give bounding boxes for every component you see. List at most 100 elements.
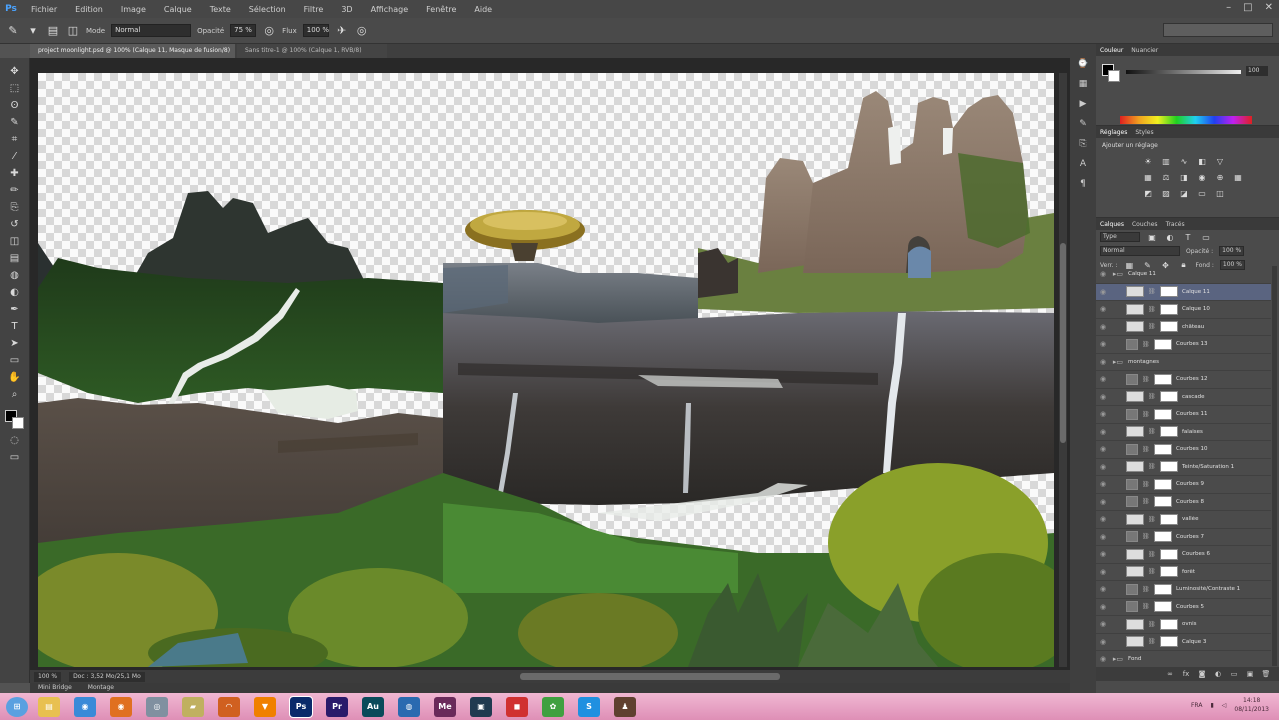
mask-link-icon[interactable]: ⛓ — [1148, 323, 1156, 330]
color-balance-icon[interactable]: ⚖ — [1160, 172, 1172, 182]
mask-link-icon[interactable]: ⛓ — [1148, 428, 1156, 435]
layer-row[interactable]: ◉ ⛓ ovnis — [1096, 616, 1271, 634]
mask-link-icon[interactable]: ⛓ — [1142, 376, 1150, 383]
mask-link-icon[interactable]: ⛓ — [1148, 393, 1156, 400]
visibility-eye-icon[interactable]: ◉ — [1098, 444, 1108, 454]
minimize-button[interactable]: – — [1226, 2, 1231, 13]
brush-tool-icon[interactable]: ✏ — [6, 183, 24, 197]
maximize-button[interactable]: □ — [1243, 2, 1252, 13]
taskbar-folder-icon[interactable]: ▰ — [182, 696, 204, 717]
menu-item-filter[interactable]: Filtre — [295, 5, 333, 14]
mask-link-icon[interactable]: ⛓ — [1148, 621, 1156, 628]
visibility-eye-icon[interactable]: ◉ — [1098, 584, 1108, 594]
clone-source-icon[interactable]: ⎘ — [1076, 138, 1090, 150]
layer-thumbnail[interactable] — [1126, 513, 1144, 525]
taskbar-media-encoder-icon[interactable]: Me — [434, 696, 456, 717]
visibility-eye-icon[interactable]: ◉ — [1098, 549, 1108, 559]
layer-row[interactable]: ◉ ⛓ Calque 10 — [1096, 301, 1271, 319]
tab-timeline[interactable]: Montage — [80, 683, 122, 693]
mask-link-icon[interactable]: ⛓ — [1148, 288, 1156, 295]
black-white-icon[interactable]: ◨ — [1178, 172, 1190, 182]
layer-mask-thumbnail[interactable] — [1160, 513, 1178, 525]
add-mask-icon[interactable]: ◙ — [1197, 669, 1207, 679]
toggle-brush-panel-2-icon[interactable]: ◫ — [66, 24, 80, 38]
tab-styles[interactable]: Styles — [1135, 129, 1153, 136]
lasso-tool-icon[interactable]: ʘ — [6, 98, 24, 112]
mask-link-icon[interactable]: ⛓ — [1142, 341, 1150, 348]
mask-link-icon[interactable]: ⛓ — [1142, 446, 1150, 453]
adjustment-thumbnail[interactable] — [1126, 408, 1138, 420]
eraser-tool-icon[interactable]: ◫ — [6, 234, 24, 248]
layer-mask-thumbnail[interactable] — [1160, 321, 1178, 333]
tab-paths[interactable]: Tracés — [1166, 221, 1185, 228]
visibility-eye-icon[interactable]: ◉ — [1098, 462, 1108, 472]
tab-layers[interactable]: Calques — [1100, 221, 1124, 228]
layer-row[interactable]: ◉ ⛓ Courbes 10 — [1096, 441, 1271, 459]
layer-mask-thumbnail[interactable] — [1154, 338, 1172, 350]
layer-row[interactable]: ◉ ▸▭ Calque 11 — [1096, 266, 1271, 284]
menu-item-edit[interactable]: Edition — [66, 5, 112, 14]
layer-row[interactable]: ◉ ⛓ falaises — [1096, 424, 1271, 441]
workspace-select[interactable] — [1163, 23, 1273, 37]
menu-item-type[interactable]: Texte — [201, 5, 240, 14]
airbrush-icon[interactable]: ✈ — [335, 24, 349, 38]
background-color-swatch[interactable] — [11, 417, 24, 429]
quick-mask-icon[interactable]: ◌ — [6, 433, 24, 447]
layer-mask-thumbnail[interactable] — [1154, 373, 1172, 385]
layer-row[interactable]: ◉ ⛓ Courbes 9 — [1096, 476, 1271, 494]
visibility-eye-icon[interactable]: ◉ — [1098, 322, 1108, 332]
layer-row[interactable]: ◉ ⛓ Luminosité/Contraste 1 — [1096, 581, 1271, 599]
layer-row[interactable]: ◉ ⛓ forêt — [1096, 564, 1271, 581]
vertical-scroll-thumb[interactable] — [1060, 243, 1066, 443]
adjustment-thumbnail[interactable] — [1126, 601, 1138, 613]
properties-panel-icon[interactable]: ▦ — [1076, 78, 1090, 90]
mask-link-icon[interactable]: ⛓ — [1148, 306, 1156, 313]
layer-mask-thumbnail[interactable] — [1160, 461, 1178, 473]
taskbar-skype-icon[interactable]: S — [578, 696, 600, 717]
history-brush-tool-icon[interactable]: ↺ — [6, 217, 24, 231]
mask-link-icon[interactable]: ⛓ — [1142, 533, 1150, 540]
layer-thumbnail[interactable] — [1126, 566, 1144, 578]
gradient-map-icon[interactable]: ▭ — [1196, 188, 1208, 198]
adjustment-thumbnail[interactable] — [1126, 583, 1138, 595]
link-layers-icon[interactable]: ∞ — [1165, 669, 1175, 679]
menu-item-file[interactable]: Fichier — [22, 5, 66, 14]
start-button[interactable]: ⊞ — [6, 696, 28, 717]
visibility-eye-icon[interactable]: ◉ — [1098, 514, 1108, 524]
filter-adjustment-icon[interactable]: ◐ — [1164, 232, 1176, 242]
document-canvas[interactable] — [38, 73, 1054, 667]
layer-row[interactable]: ◉ ⛓ Courbes 12 — [1096, 371, 1271, 389]
new-layer-icon[interactable]: ▣ — [1245, 669, 1255, 679]
folder-icon[interactable]: ▸▭ — [1112, 270, 1124, 279]
eyedropper-tool-icon[interactable]: ⁄ — [6, 149, 24, 163]
layer-mask-thumbnail[interactable] — [1160, 548, 1178, 560]
layer-mask-thumbnail[interactable] — [1154, 443, 1172, 455]
actions-panel-icon[interactable]: ▶ — [1076, 98, 1090, 110]
layer-thumbnail[interactable] — [1126, 618, 1144, 630]
doc-size-info[interactable]: Doc : 3,52 Mo/25,1 Mo — [69, 671, 145, 682]
layer-row[interactable]: ◉ ⛓ Teinte/Saturation 1 — [1096, 459, 1271, 476]
mask-link-icon[interactable]: ⛓ — [1148, 551, 1156, 558]
dodge-tool-icon[interactable]: ◐ — [6, 285, 24, 299]
brightness-contrast-icon[interactable]: ☀ — [1142, 156, 1154, 166]
mask-link-icon[interactable]: ⛓ — [1148, 568, 1156, 575]
folder-icon[interactable]: ▸▭ — [1112, 655, 1124, 664]
layer-row[interactable]: ◉ ⛓ Courbes 8 — [1096, 494, 1271, 511]
visibility-eye-icon[interactable]: ◉ — [1098, 304, 1108, 314]
opacity-field[interactable]: 75 % — [230, 24, 257, 37]
color-value-field[interactable]: 100 — [1246, 66, 1268, 76]
posterize-icon[interactable]: ▨ — [1160, 188, 1172, 198]
mask-link-icon[interactable]: ⛓ — [1142, 411, 1150, 418]
adjustment-thumbnail[interactable] — [1126, 373, 1138, 385]
brush-preset-icon[interactable]: ✎ — [6, 24, 20, 38]
tab-active-document[interactable]: project moonlight.psd @ 100% (Calque 11,… — [30, 44, 235, 58]
folder-icon[interactable]: ▸▭ — [1112, 357, 1124, 366]
visibility-eye-icon[interactable]: ◉ — [1098, 619, 1108, 629]
visibility-eye-icon[interactable]: ◉ — [1098, 392, 1108, 402]
mask-link-icon[interactable]: ⛓ — [1148, 463, 1156, 470]
layer-row[interactable]: ◉ ⛓ vallée — [1096, 511, 1271, 529]
taskbar-vlc-icon[interactable]: ▼ — [254, 696, 276, 717]
mask-link-icon[interactable]: ⛓ — [1142, 586, 1150, 593]
mode-select[interactable]: Normal — [111, 24, 192, 37]
layer-row[interactable]: ◉ ▸▭ montagnes — [1096, 354, 1271, 371]
